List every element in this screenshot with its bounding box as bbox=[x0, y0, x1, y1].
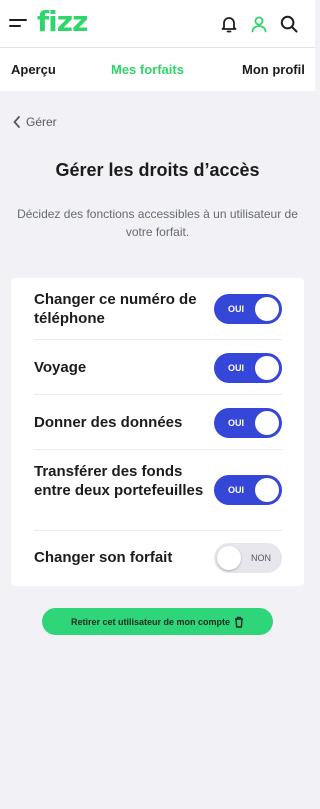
back-link[interactable]: Gérer bbox=[12, 114, 57, 130]
chevron-left-icon bbox=[12, 115, 22, 129]
permission-toggle[interactable]: OUI bbox=[214, 294, 282, 324]
toggle-knob bbox=[255, 411, 279, 435]
permission-label: Voyage bbox=[34, 359, 87, 376]
toggle-state: NON bbox=[251, 553, 271, 563]
toggle-state: OUI bbox=[228, 304, 245, 314]
permission-row: Changer ce numéro de téléphone OUI bbox=[34, 278, 282, 340]
tab-mon-profil[interactable]: Mon profil bbox=[242, 62, 305, 77]
permission-toggle[interactable]: NON bbox=[214, 543, 282, 573]
permission-toggle[interactable]: OUI bbox=[214, 408, 282, 438]
page-title: Gérer les droits d’accès bbox=[55, 160, 260, 180]
permission-row: Voyage OUI bbox=[34, 340, 282, 395]
search-icon[interactable] bbox=[279, 14, 299, 34]
tab-bar: Aperçu Mes forfaits Mon profil bbox=[0, 48, 315, 91]
permission-row: Changer son forfait NON bbox=[34, 531, 282, 586]
back-label: Gérer bbox=[26, 115, 57, 129]
permission-row: Donner des données OUI bbox=[34, 395, 282, 450]
bell-icon[interactable] bbox=[219, 14, 239, 34]
toggle-knob bbox=[255, 478, 279, 502]
permission-label: Changer son forfait bbox=[34, 549, 173, 566]
permission-toggle[interactable]: OUI bbox=[214, 353, 282, 383]
toggle-state: OUI bbox=[228, 418, 245, 428]
remove-user-label: Retirer cet utilisateur de mon compte bbox=[70, 616, 231, 627]
page-description: Décidez des fonctions accessibles à un u… bbox=[17, 207, 298, 239]
permission-label: Changer ce numéro de téléphone bbox=[34, 291, 197, 327]
trash-icon bbox=[234, 616, 244, 628]
toggle-knob bbox=[255, 297, 279, 321]
top-bar: fizz bbox=[0, 0, 315, 48]
toggle-state: OUI bbox=[228, 485, 245, 495]
user-icon[interactable] bbox=[249, 14, 269, 34]
tab-apercu[interactable]: Aperçu bbox=[11, 62, 56, 77]
toggle-state: OUI bbox=[228, 363, 245, 373]
permissions-card: Changer ce numéro de téléphone OUI Voyag… bbox=[11, 278, 304, 586]
logo[interactable]: fizz bbox=[37, 4, 88, 40]
remove-user-button[interactable]: Retirer cet utilisateur de mon compte bbox=[42, 608, 273, 635]
tab-mes-forfaits[interactable]: Mes forfaits bbox=[111, 62, 184, 77]
permission-row: Transférer des fonds entre deux portefeu… bbox=[34, 450, 282, 531]
permission-label: Donner des données bbox=[34, 414, 183, 431]
toggle-knob bbox=[217, 546, 241, 570]
toggle-knob bbox=[255, 356, 279, 380]
permission-toggle[interactable]: OUI bbox=[214, 475, 282, 505]
permission-label: Transférer des fonds entre deux portefeu… bbox=[34, 463, 204, 499]
menu-icon[interactable] bbox=[9, 17, 29, 31]
